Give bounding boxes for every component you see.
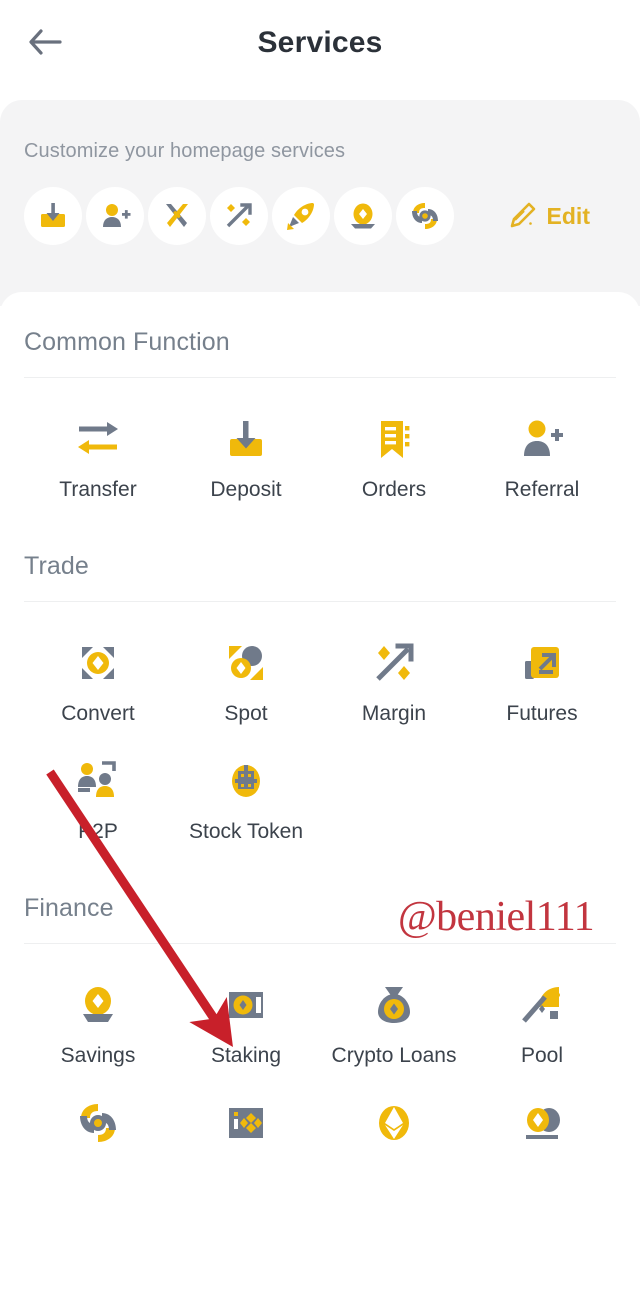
pencil-edit-icon xyxy=(510,202,535,228)
battle-chip[interactable] xyxy=(148,187,206,245)
savings-chip[interactable] xyxy=(334,187,392,245)
bnb-vault-icon xyxy=(222,1096,270,1150)
tile-p2p[interactable]: P2P xyxy=(24,740,172,858)
dual-investment-icon xyxy=(518,1096,566,1150)
tile-crypto-loans[interactable]: Crypto Loans xyxy=(320,964,468,1082)
convert-icon xyxy=(74,636,122,690)
liquid-swap-chip-icon xyxy=(412,203,438,229)
tile-spot[interactable]: Spot xyxy=(172,622,320,740)
tile-label: Pool xyxy=(520,1044,564,1067)
eth-staking-icon xyxy=(370,1096,418,1150)
tile-savings[interactable]: Savings xyxy=(24,964,172,1082)
referral-chip-icon xyxy=(103,204,131,227)
tile-liquid-swap[interactable] xyxy=(24,1082,172,1176)
staking-icon xyxy=(222,978,270,1032)
edit-button-label: Edit xyxy=(546,202,590,229)
page-title: Services xyxy=(257,26,383,59)
margin-icon xyxy=(370,636,418,690)
tile-orders[interactable]: Orders xyxy=(320,398,468,516)
futures-icon xyxy=(518,636,566,690)
customize-panel: Customize your homepage services Edit xyxy=(0,100,640,306)
tile-label: Referral xyxy=(504,478,580,501)
deposit-icon xyxy=(222,412,270,466)
pool-icon xyxy=(518,978,566,1032)
liquid-swap-chip[interactable] xyxy=(396,187,454,245)
tile-label: Staking xyxy=(210,1044,282,1067)
battle-swords-chip-icon xyxy=(166,204,188,227)
tile-futures[interactable]: Futures xyxy=(468,622,616,740)
tile-label: Spot xyxy=(224,702,268,725)
section-title-trade: Trade xyxy=(24,552,89,580)
tile-bnb-vault[interactable] xyxy=(172,1082,320,1176)
section-title-common-function: Common Function xyxy=(24,328,230,356)
tile-label: Orders xyxy=(361,478,427,501)
tile-label: P2P xyxy=(78,820,118,843)
tile-label: Convert xyxy=(61,702,135,725)
tile-convert[interactable]: Convert xyxy=(24,622,172,740)
spot-icon xyxy=(222,636,270,690)
tile-stock-token[interactable]: Stock Token xyxy=(172,740,320,858)
tile-label: Deposit xyxy=(210,478,282,501)
deposit-chip[interactable] xyxy=(24,187,82,245)
tile-dual-investment[interactable] xyxy=(468,1082,616,1176)
launchpad-rocket-chip-icon xyxy=(287,203,314,230)
savings-icon xyxy=(74,978,122,1032)
liquid-swap-icon xyxy=(74,1096,122,1150)
tile-eth-staking[interactable] xyxy=(320,1082,468,1176)
section-grid-trade: Convert Spot Margin Futures P2P Stock To… xyxy=(24,602,616,858)
tile-transfer[interactable]: Transfer xyxy=(24,398,172,516)
transfer-icon xyxy=(73,412,123,466)
tile-label: Savings xyxy=(60,1044,136,1067)
tile-pool[interactable]: Pool xyxy=(468,964,616,1082)
section-grid-finance: Savings Staking Crypto Loans Pool xyxy=(24,944,616,1176)
edit-button[interactable]: Edit xyxy=(508,201,616,231)
tile-label: Crypto Loans xyxy=(331,1044,457,1067)
app-header: Services xyxy=(0,0,640,86)
services-screen: Services Customize your homepage service… xyxy=(0,0,640,1295)
section-title-finance: Finance xyxy=(24,894,114,922)
tile-label: Transfer xyxy=(59,478,137,501)
crypto-loans-icon xyxy=(370,978,418,1032)
customize-chip-row: Edit xyxy=(24,187,616,245)
back-button[interactable] xyxy=(18,14,74,70)
margin-percent-chip-icon xyxy=(226,203,252,228)
tile-label: Margin xyxy=(361,702,427,725)
referral-icon xyxy=(518,412,566,466)
tile-margin[interactable]: Margin xyxy=(320,622,468,740)
orders-icon xyxy=(370,412,418,466)
customize-caption: Customize your homepage services xyxy=(24,140,346,162)
savings-chip-icon xyxy=(351,203,375,229)
tile-label: Futures xyxy=(506,702,578,725)
tile-staking[interactable]: Staking xyxy=(172,964,320,1082)
back-arrow-icon xyxy=(29,29,62,55)
stock-token-icon xyxy=(222,754,270,808)
margin-chip[interactable] xyxy=(210,187,268,245)
services-content-card: Common Function Transfer Deposit Orders … xyxy=(0,292,640,1176)
section-grid-common-function: Transfer Deposit Orders Referral xyxy=(24,378,616,516)
referral-chip[interactable] xyxy=(86,187,144,245)
p2p-icon xyxy=(74,754,122,808)
launchpad-chip[interactable] xyxy=(272,187,330,245)
tile-label: Stock Token xyxy=(188,820,303,843)
deposit-chip-icon xyxy=(41,203,65,227)
tile-deposit[interactable]: Deposit xyxy=(172,398,320,516)
tile-referral[interactable]: Referral xyxy=(468,398,616,516)
